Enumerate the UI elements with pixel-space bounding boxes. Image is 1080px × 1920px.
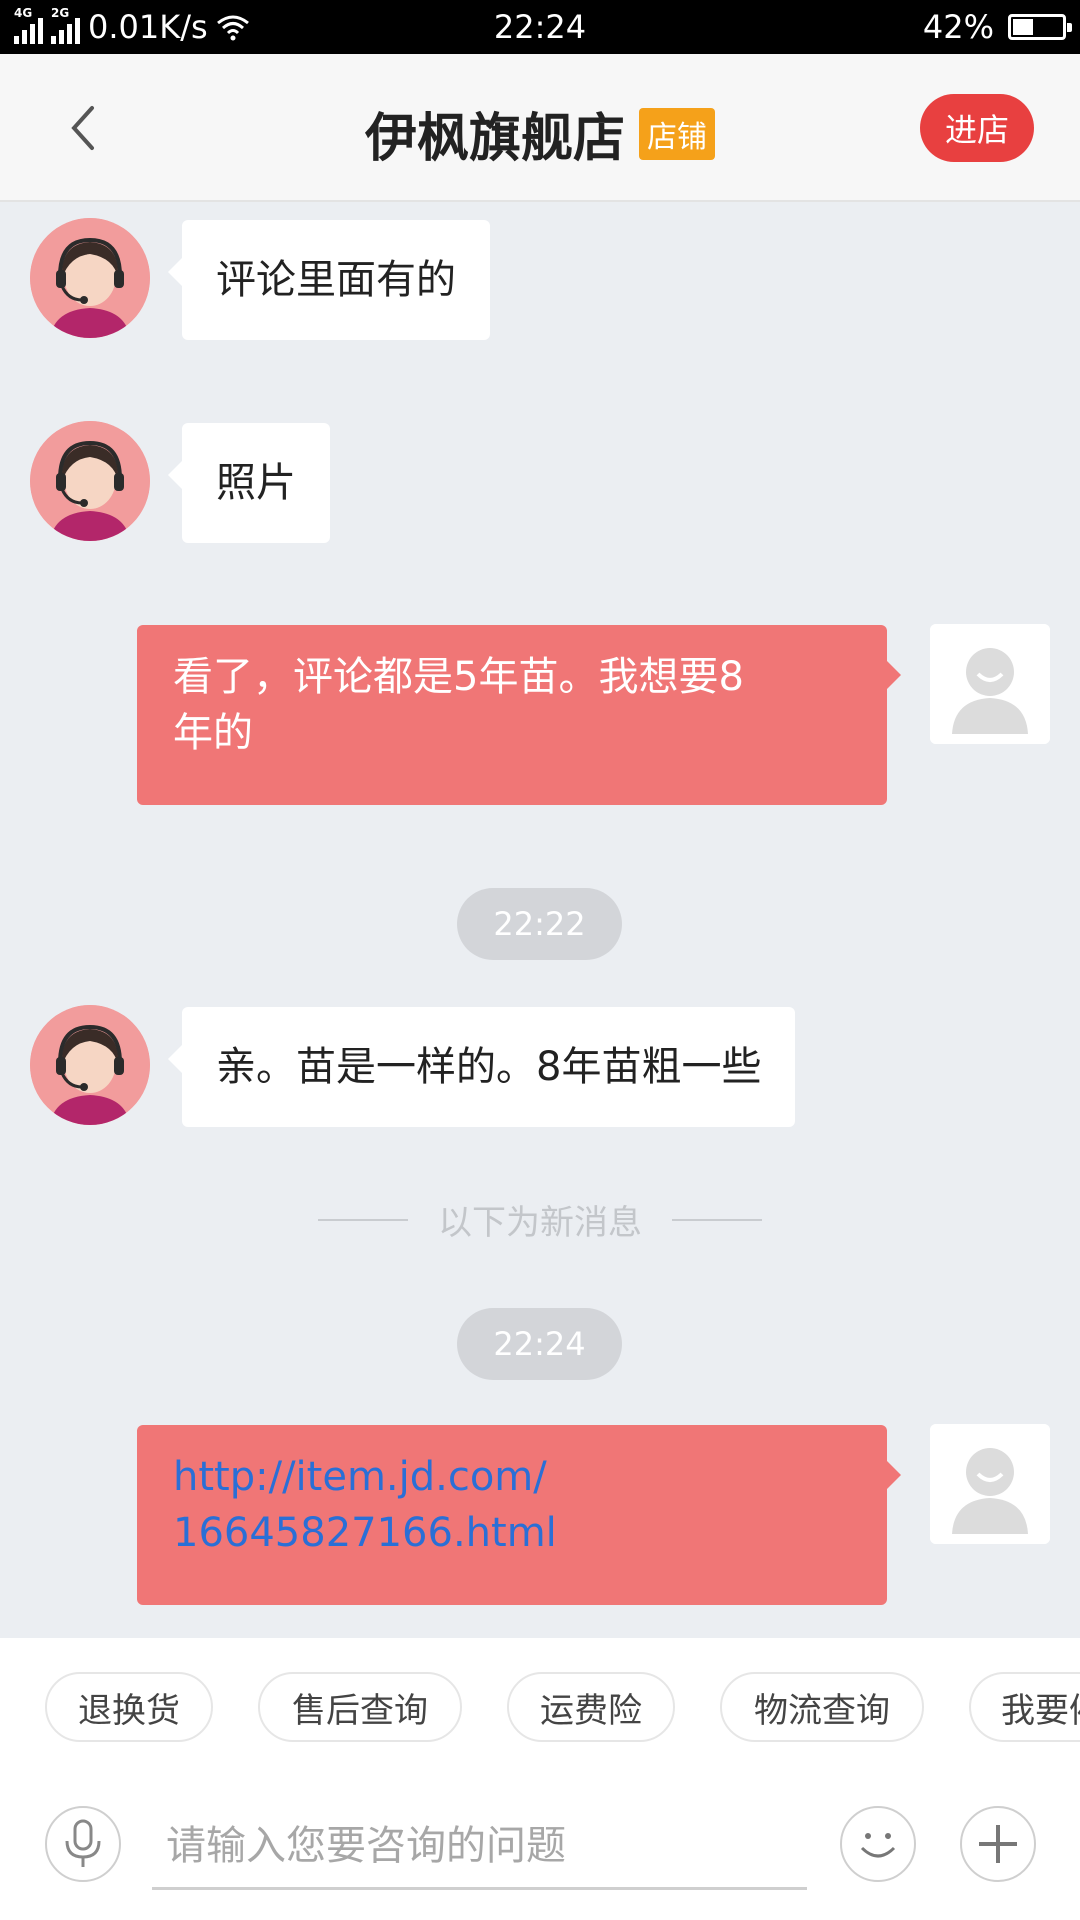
agent-avatar[interactable] [30, 421, 150, 541]
agent-headset-icon [30, 1005, 150, 1125]
default-user-icon [930, 624, 1050, 744]
chat-header: 伊枫旗舰店 店铺 进店 [0, 54, 1080, 202]
quick-reply-chip[interactable]: 我要催 [969, 1672, 1080, 1742]
agent-headset-icon [30, 218, 150, 338]
message-line: 年的 [173, 710, 253, 756]
more-button[interactable] [960, 1806, 1036, 1882]
message-input[interactable]: 请输入您要咨询的问题 [152, 1796, 807, 1890]
product-link[interactable]: http://item.jd.com/ [173, 1449, 851, 1505]
quick-reply-chip[interactable]: 物流查询 [720, 1672, 924, 1742]
agent-headset-icon [30, 421, 150, 541]
timestamp-pill: 22:22 [457, 888, 622, 960]
new-messages-label: 以下为新消息 [438, 1203, 642, 1243]
smiley-icon [860, 1833, 896, 1858]
timestamp-pill: 22:24 [457, 1308, 622, 1380]
agent-avatar[interactable] [30, 1005, 150, 1125]
agent-message: 评论里面有的 [168, 220, 490, 340]
shop-badge: 店铺 [639, 107, 715, 160]
user-avatar[interactable] [930, 1424, 1050, 1544]
status-time: 22:24 [493, 8, 587, 46]
emoji-button[interactable] [840, 1806, 916, 1882]
user-message: http://item.jd.com/ 16645827166.html [137, 1425, 901, 1605]
divider-line [318, 1218, 408, 1221]
quick-reply-chip[interactable]: 退换货 [45, 1672, 213, 1742]
page-title: 伊枫旗舰店 [364, 109, 625, 169]
status-right: 42% [922, 8, 1072, 46]
user-message: 看了，评论都是5年苗。我想要8 年的 [137, 625, 901, 805]
quick-reply-chip[interactable]: 售后查询 [258, 1672, 462, 1742]
default-user-icon [930, 1424, 1050, 1544]
agent-message: 亲。苗是一样的。8年苗粗一些 [167, 1007, 796, 1127]
bottom-panel: 退换货 售后查询 运费险 物流查询 我要催 请输入您要咨询的问题 [0, 1638, 1080, 1920]
message-line: 看了，评论都是5年苗。我想要8 [173, 654, 744, 700]
battery-percent: 42% [922, 8, 994, 46]
new-messages-divider: 以下为新消息 [0, 1195, 1080, 1244]
plus-icon [979, 1825, 1017, 1863]
header-title-group: 伊枫旗舰店 店铺 [0, 96, 1080, 171]
divider-line [672, 1218, 762, 1221]
user-avatar[interactable] [930, 624, 1050, 744]
status-bar: 4G 2G 0.01K/s 22:24 42% [0, 0, 1080, 54]
agent-message: 照片 [168, 423, 330, 543]
battery-icon [1008, 14, 1072, 40]
enter-shop-button[interactable]: 进店 [920, 94, 1034, 162]
microphone-icon [65, 1819, 101, 1867]
voice-button[interactable] [45, 1806, 121, 1882]
battery-level [1013, 19, 1034, 35]
agent-avatar[interactable] [30, 218, 150, 338]
product-link[interactable]: 16645827166.html [173, 1505, 851, 1561]
quick-reply-chip[interactable]: 运费险 [507, 1672, 675, 1742]
